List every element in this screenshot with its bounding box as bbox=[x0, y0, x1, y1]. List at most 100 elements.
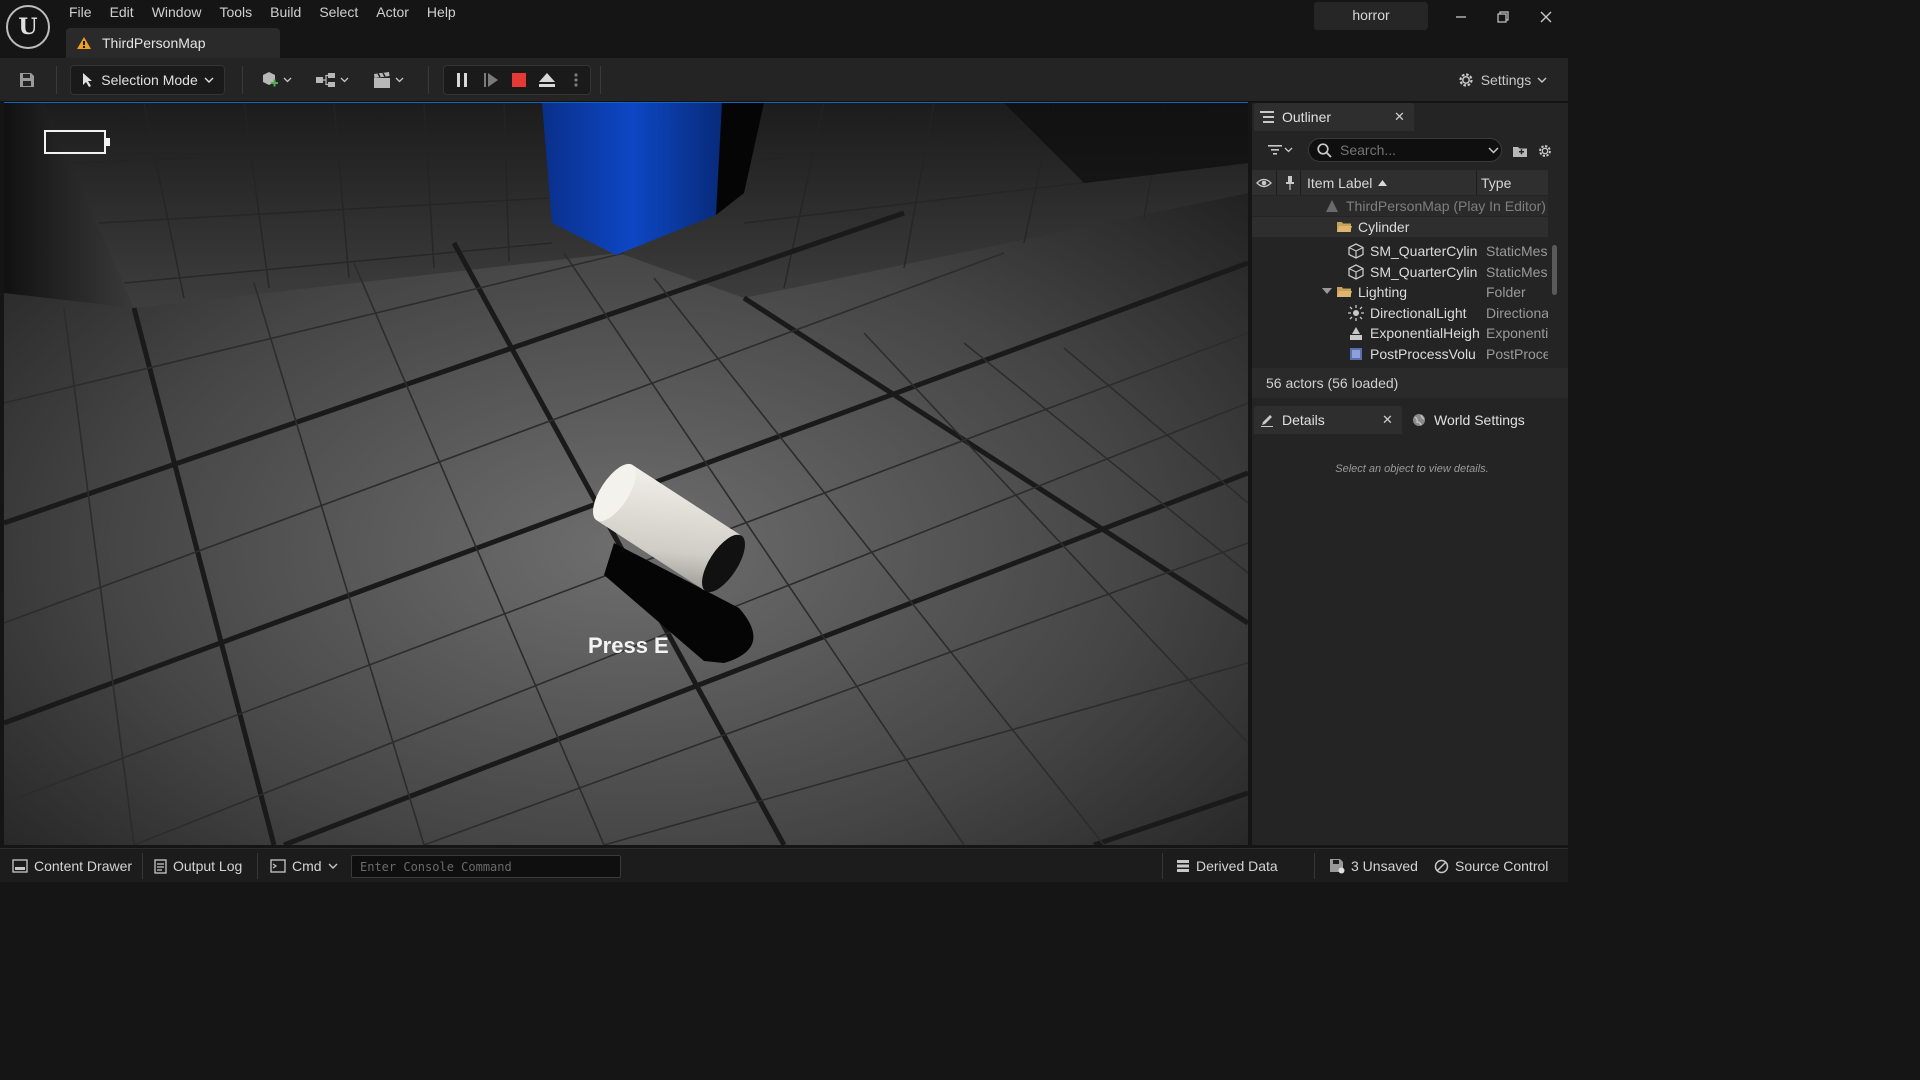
post-process-volume-icon bbox=[1350, 348, 1362, 360]
play-controls bbox=[443, 65, 591, 95]
status-divider bbox=[142, 853, 143, 879]
menu-tools[interactable]: Tools bbox=[210, 0, 261, 26]
toolbar-divider bbox=[242, 66, 243, 94]
unreal-logo-icon[interactable]: U bbox=[6, 5, 50, 49]
type-column[interactable]: Type bbox=[1481, 175, 1511, 191]
console-command-input[interactable] bbox=[351, 855, 621, 878]
unsaved-label: 3 Unsaved bbox=[1351, 858, 1418, 874]
details-title: Details bbox=[1282, 412, 1325, 428]
blueprints-button[interactable] bbox=[312, 65, 352, 95]
height-fog-icon bbox=[1350, 327, 1362, 340]
toolbar-divider bbox=[428, 66, 429, 94]
outliner-search-input[interactable] bbox=[1340, 142, 1480, 158]
content-drawer-button[interactable]: Content Drawer bbox=[12, 849, 132, 883]
add-actor-button[interactable] bbox=[256, 65, 296, 95]
filter-icon bbox=[1267, 145, 1282, 155]
settings-label: Settings bbox=[1480, 72, 1532, 88]
tree-row-light[interactable]: DirectionalLight Directiona bbox=[1252, 303, 1548, 323]
toolbar-divider bbox=[600, 66, 601, 94]
restore-icon[interactable] bbox=[1486, 4, 1520, 30]
tree-row-mesh[interactable]: SM_QuarterCylin StaticMes bbox=[1252, 262, 1548, 282]
level-warning-icon bbox=[77, 37, 91, 49]
tree-row-volume[interactable]: PostProcessVolu PostProce bbox=[1252, 344, 1548, 364]
menu-edit[interactable]: Edit bbox=[101, 0, 143, 26]
chevron-down-icon bbox=[204, 77, 214, 83]
selection-mode-label: Selection Mode bbox=[101, 72, 198, 88]
stop-icon[interactable] bbox=[505, 66, 533, 94]
tree-row-mesh[interactable]: SM_QuarterCylin StaticMes bbox=[1252, 241, 1548, 261]
output-log-button[interactable]: Output Log bbox=[154, 849, 242, 883]
static-mesh-icon bbox=[1348, 243, 1364, 259]
menu-actor[interactable]: Actor bbox=[367, 0, 418, 26]
outliner-settings-gear-icon[interactable] bbox=[1536, 141, 1554, 161]
chevron-down-icon bbox=[1284, 147, 1292, 153]
add-actor-icon bbox=[263, 72, 278, 87]
new-folder-icon[interactable] bbox=[1512, 141, 1528, 161]
status-divider bbox=[1162, 853, 1163, 879]
project-name: horror bbox=[1314, 2, 1428, 30]
outliner-search-box[interactable] bbox=[1308, 138, 1502, 162]
directional-light-icon bbox=[1348, 305, 1364, 321]
cmd-label: Cmd bbox=[292, 858, 322, 874]
tree-row-fog[interactable]: ExponentialHeigh Exponenti bbox=[1252, 323, 1548, 343]
visibility-eye-icon[interactable] bbox=[1256, 177, 1272, 189]
folder-open-icon bbox=[1337, 287, 1352, 297]
blueprint-icon bbox=[316, 73, 335, 87]
derived-data-label: Derived Data bbox=[1196, 858, 1278, 874]
menu-help[interactable]: Help bbox=[418, 0, 465, 26]
static-mesh-icon bbox=[1348, 264, 1364, 280]
right-side-panel: Outliner ✕ Item Label Type bbox=[1252, 103, 1568, 845]
eject-icon[interactable] bbox=[533, 66, 561, 94]
search-icon bbox=[1317, 142, 1332, 158]
tree-row-lighting-folder[interactable]: Lighting Folder bbox=[1252, 282, 1548, 302]
details-empty-hint: Select an object to view details. bbox=[1335, 463, 1489, 475]
world-settings-tab[interactable]: World Settings bbox=[1412, 406, 1552, 434]
outliner-scrollbar[interactable] bbox=[1552, 245, 1557, 295]
scene-render bbox=[4, 103, 1248, 845]
save-icon[interactable] bbox=[14, 65, 40, 95]
outliner-tab[interactable]: Outliner ✕ bbox=[1254, 103, 1414, 131]
interact-prompt: Press E bbox=[588, 633, 669, 658]
play-options-icon[interactable] bbox=[562, 66, 590, 94]
status-bar: Content Drawer Output Log Cmd Derived Da… bbox=[0, 848, 1568, 882]
details-tab[interactable]: Details ✕ bbox=[1254, 406, 1402, 434]
content-drawer-icon bbox=[12, 859, 28, 873]
unreal-editor-window: U File Edit Window Tools Build Select Ac… bbox=[0, 0, 1568, 882]
filter-button[interactable] bbox=[1264, 139, 1296, 161]
level-tab-label: ThirdPersonMap bbox=[102, 35, 206, 51]
frame-skip-icon[interactable] bbox=[477, 66, 505, 94]
pin-icon[interactable] bbox=[1285, 176, 1295, 190]
level-viewport[interactable]: Press E bbox=[4, 103, 1248, 845]
map-icon bbox=[1326, 200, 1338, 212]
menu-window[interactable]: Window bbox=[143, 0, 211, 26]
close-icon[interactable]: ✕ bbox=[1394, 109, 1405, 125]
cmd-dropdown[interactable]: Cmd bbox=[270, 849, 338, 883]
level-document-tab[interactable]: ThirdPersonMap bbox=[66, 28, 280, 58]
close-window-icon[interactable] bbox=[1529, 4, 1563, 30]
cursor-icon bbox=[83, 73, 93, 87]
globe-icon bbox=[1413, 414, 1425, 426]
tree-row-cylinder-folder[interactable]: Cylinder bbox=[1252, 217, 1548, 237]
settings-button[interactable]: Settings bbox=[1452, 65, 1552, 95]
derived-data-button[interactable]: Derived Data bbox=[1176, 849, 1278, 883]
world-settings-title: World Settings bbox=[1434, 412, 1525, 428]
pause-icon[interactable] bbox=[448, 66, 476, 94]
title-bar: U File Edit Window Tools Build Select Ac… bbox=[0, 0, 1568, 58]
battery-icon bbox=[44, 130, 110, 154]
unsaved-button[interactable]: 3 Unsaved bbox=[1329, 849, 1418, 883]
menu-file[interactable]: File bbox=[60, 0, 101, 26]
chevron-down-icon[interactable] bbox=[1488, 146, 1499, 154]
minimize-icon[interactable] bbox=[1444, 4, 1478, 30]
menu-select[interactable]: Select bbox=[310, 0, 367, 26]
outliner-column-header: Item Label Type bbox=[1252, 170, 1548, 195]
output-log-icon bbox=[154, 858, 167, 874]
item-label-column[interactable]: Item Label bbox=[1307, 175, 1372, 191]
outliner-title: Outliner bbox=[1282, 109, 1332, 125]
source-control-button[interactable]: Source Control bbox=[1434, 849, 1548, 883]
cinematics-button[interactable] bbox=[368, 65, 408, 95]
selection-mode-dropdown[interactable]: Selection Mode bbox=[70, 65, 225, 95]
tree-row-map[interactable]: ThirdPersonMap (Play In Editor) bbox=[1252, 196, 1548, 216]
menu-build[interactable]: Build bbox=[261, 0, 310, 26]
menu-bar: File Edit Window Tools Build Select Acto… bbox=[60, 0, 465, 26]
close-icon[interactable]: ✕ bbox=[1382, 412, 1393, 428]
